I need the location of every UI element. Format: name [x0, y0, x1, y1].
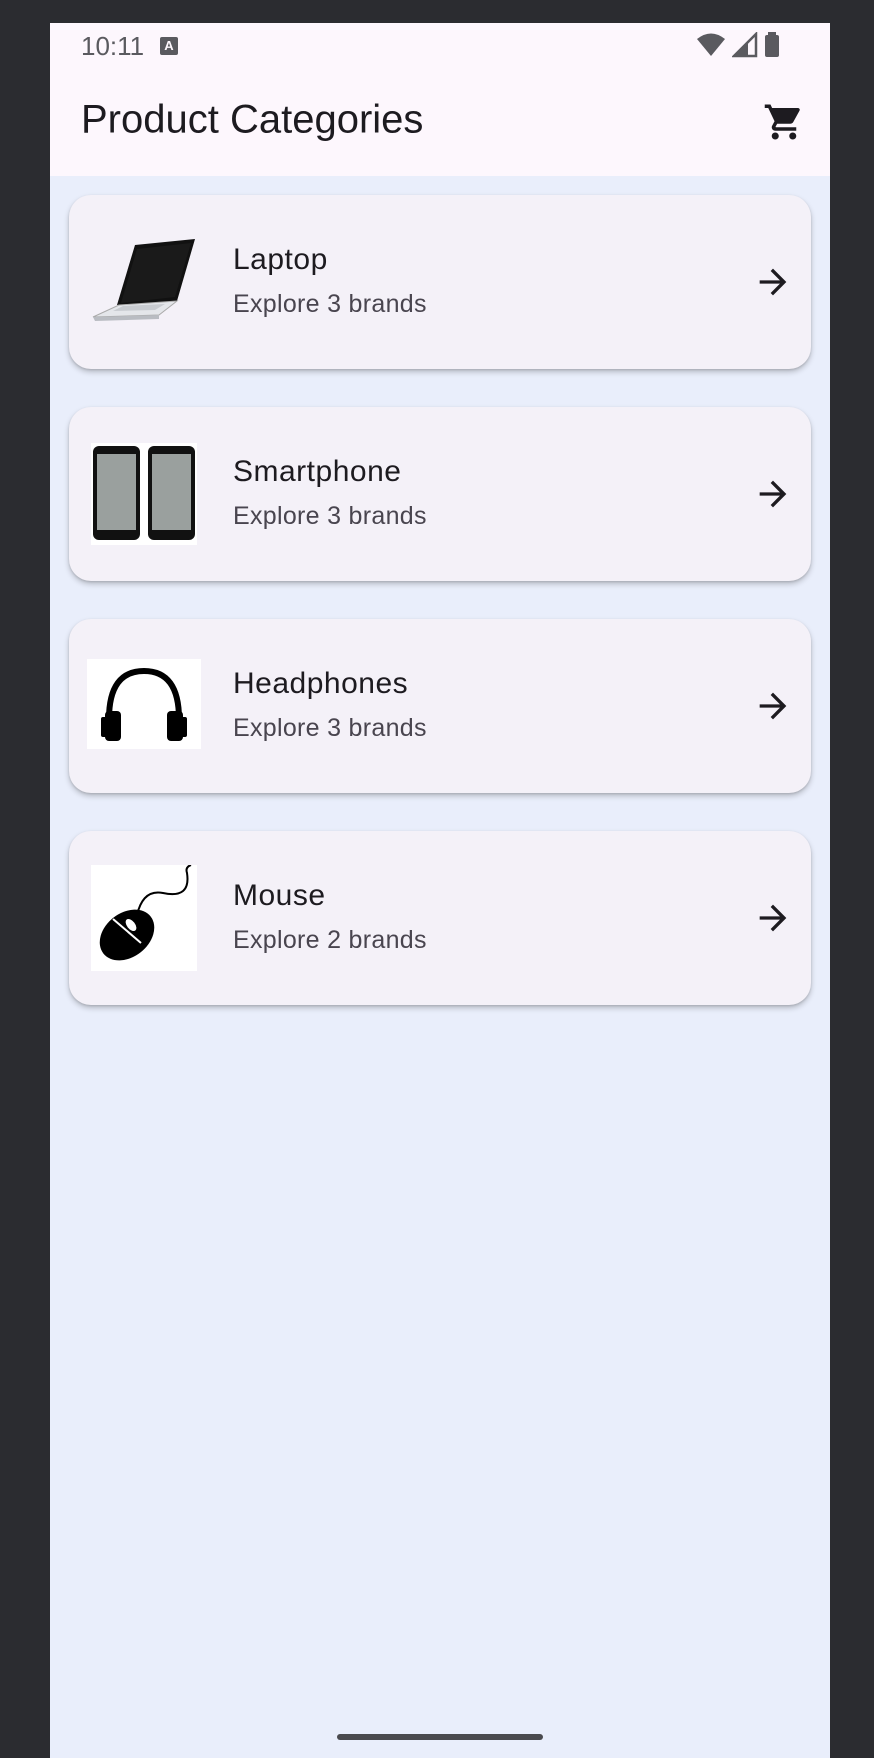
keyboard-a-icon: A — [160, 37, 178, 55]
arrow-forward-icon — [759, 692, 787, 720]
card-title: Headphones — [233, 667, 409, 700]
smartphone-image — [91, 443, 197, 545]
category-card-headphones[interactable]: Headphones Explore 3 brands — [69, 619, 811, 793]
headphones-image — [87, 659, 201, 749]
phone-screen: 10:11 A Product Categories Laptop Explor… — [50, 23, 830, 1758]
home-indicator[interactable] — [337, 1734, 543, 1740]
status-bar: 10:11 A — [50, 23, 830, 68]
battery-icon — [765, 32, 779, 57]
category-card-mouse[interactable]: Mouse Explore 2 brands — [69, 831, 811, 1005]
card-subtitle: Explore 2 brands — [233, 926, 427, 954]
status-time: 10:11 — [81, 31, 145, 61]
screen-top-strip — [0, 0, 874, 23]
arrow-forward-icon — [759, 904, 787, 932]
wifi-icon — [697, 33, 725, 56]
card-title: Laptop — [233, 243, 328, 276]
card-subtitle: Explore 3 brands — [233, 502, 427, 530]
app-bar: Product Categories — [50, 68, 830, 176]
card-subtitle: Explore 3 brands — [233, 714, 427, 742]
category-card-smartphone[interactable]: Smartphone Explore 3 brands — [69, 407, 811, 581]
card-title: Mouse — [233, 879, 326, 912]
signal-icon — [732, 32, 758, 58]
card-title: Smartphone — [233, 455, 402, 488]
arrow-forward-icon — [759, 480, 787, 508]
category-card-laptop[interactable]: Laptop Explore 3 brands — [69, 195, 811, 369]
page-title: Product Categories — [81, 97, 424, 142]
mouse-image — [91, 865, 197, 971]
arrow-forward-icon — [759, 268, 787, 296]
card-subtitle: Explore 3 brands — [233, 290, 427, 318]
laptop-image — [87, 233, 201, 333]
status-icons — [696, 32, 780, 58]
shopping-cart-icon — [764, 104, 800, 140]
cart-button[interactable] — [758, 96, 810, 148]
